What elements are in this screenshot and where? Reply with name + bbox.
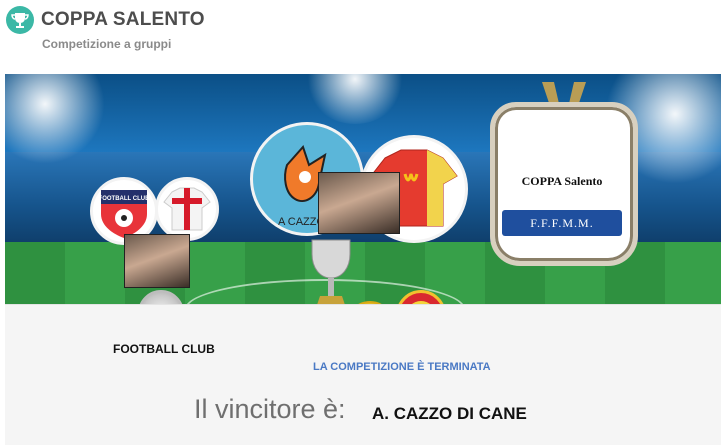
winner-label: Il vincitore è:	[194, 394, 346, 424]
page-subtitle: Competizione a gruppi	[42, 37, 172, 51]
page-title: COPPA SALENTO	[41, 9, 205, 30]
competition-badge: COPPA Salento F.F.F.M.M.	[488, 78, 640, 268]
svg-text:FOOTBALL CLUB: FOOTBALL CLUB	[99, 196, 151, 202]
winner-name: A. CAZZO DI CANE	[372, 404, 527, 423]
second-team-name: FOOTBALL CLUB	[113, 342, 215, 356]
badge-org: F.F.F.M.M.	[530, 216, 594, 230]
result-panel	[5, 304, 721, 445]
badge-name: COPPA Salento	[521, 174, 603, 188]
second-team-jersey	[155, 177, 219, 241]
second-player-photo	[124, 234, 190, 288]
competition-status: LA COMPETIZIONE È TERMINATA	[313, 361, 491, 373]
badge-org-bar: F.F.F.M.M.	[502, 210, 622, 236]
stadium-light	[5, 74, 105, 164]
page-header: COPPA SALENTO Competizione a gruppi	[0, 0, 726, 72]
trophy-icon	[6, 6, 34, 34]
shield-icon: FOOTBALL CLUB	[99, 190, 151, 238]
winner-player-photo	[318, 172, 400, 234]
jersey-icon	[163, 187, 211, 231]
stadium-light	[305, 74, 405, 124]
